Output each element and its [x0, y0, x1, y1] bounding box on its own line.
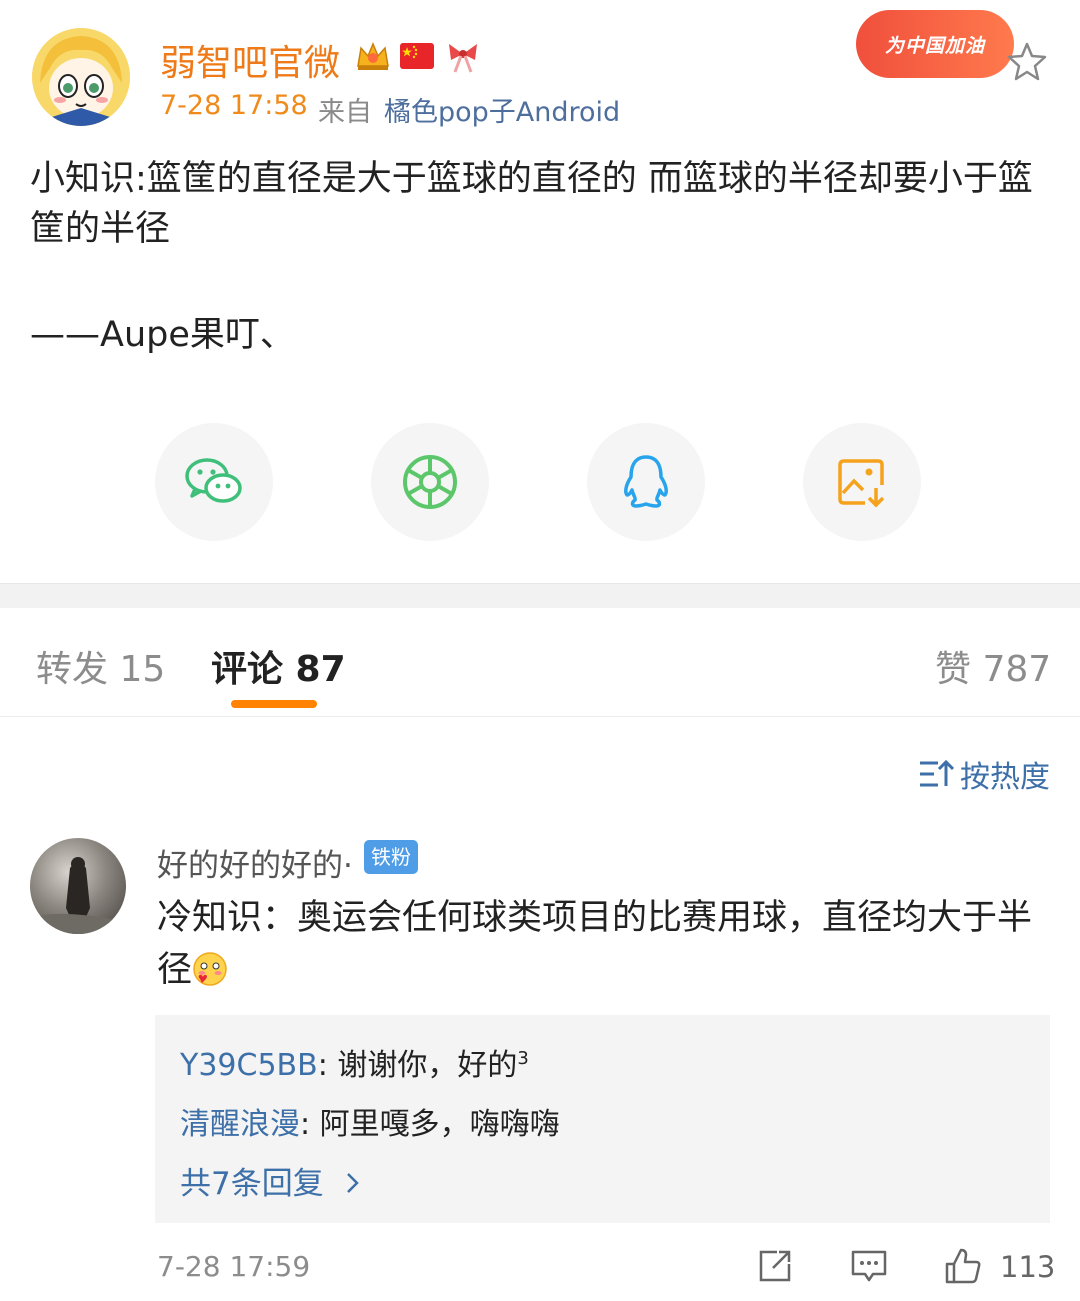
commenter-avatar-image — [30, 857, 126, 934]
reply-item[interactable]: Y39C5BB: 谢谢你，好的3 — [180, 1040, 529, 1084]
tab-comments[interactable]: 评论 87 — [211, 640, 346, 692]
view-all-replies-link[interactable]: 共7条回复 — [180, 1158, 364, 1203]
avatar-image — [32, 28, 130, 126]
share-wechat-button[interactable] — [155, 423, 273, 541]
post-attribution: ——Aupe果叮、 — [30, 315, 295, 355]
post-source-link[interactable]: 橘色pop子Android — [384, 90, 620, 129]
reply-comment-icon[interactable] — [849, 1246, 889, 1286]
comment-text: 冷知识：奥运会任何球类项目的比赛用球，直径均大于半径 — [157, 892, 1047, 996]
comment-time: 7-28 17:59 — [157, 1250, 311, 1283]
comment-text-content: 冷知识：奥运会任何球类项目的比赛用球，直径均大于半径 — [157, 898, 1033, 990]
user-badges — [355, 38, 483, 74]
wechat-icon — [185, 458, 242, 503]
author-name[interactable]: 弱智吧官微 — [160, 34, 340, 86]
chevron-right-icon — [346, 1173, 359, 1193]
share-comment-icon[interactable] — [755, 1246, 795, 1286]
sort-by-hot-button[interactable]: 按热度 — [918, 752, 1050, 796]
reply-author[interactable]: Y39C5BB — [180, 1048, 318, 1083]
tab-likes[interactable]: 赞 787 — [935, 640, 1051, 692]
ribbon-badge-icon — [449, 44, 477, 73]
promo-banner[interactable]: 为中国加油 — [856, 10, 1014, 78]
china-flag-icon — [400, 43, 434, 69]
reply-text: : 阿里嘎多，嗨嗨嗨 — [300, 1107, 560, 1142]
tabs-divider — [0, 716, 1080, 717]
section-separator — [0, 583, 1080, 608]
blush-emoji-icon — [193, 952, 227, 986]
qq-icon — [624, 455, 668, 508]
post-text: 小知识:篮筐的直径是大于篮球的直径的 而篮球的半径却要小于篮筐的半径 — [30, 159, 1033, 249]
reply-author[interactable]: 清醒浪漫 — [180, 1107, 300, 1142]
vip-crown-icon — [357, 42, 389, 70]
like-icon[interactable] — [943, 1246, 983, 1286]
like-count: 113 — [1000, 1250, 1056, 1284]
promo-text: 为中国加油 — [884, 34, 985, 57]
moments-icon — [403, 455, 457, 509]
fan-badge: 铁粉 — [364, 840, 418, 874]
reply-superscript: 3 — [517, 1048, 529, 1069]
favorite-star-icon[interactable] — [1005, 40, 1049, 84]
commenter-avatar[interactable] — [30, 838, 126, 934]
tab-repost[interactable]: 转发 15 — [36, 640, 165, 692]
share-qq-button[interactable] — [587, 423, 705, 541]
reply-text: : 谢谢你，好的 — [317, 1048, 518, 1083]
post-time: 7-28 17:58 — [160, 90, 308, 121]
sort-label: 按热度 — [960, 760, 1050, 795]
more-replies-label: 共7条回复 — [180, 1166, 324, 1202]
author-avatar[interactable] — [32, 28, 130, 126]
active-tab-indicator — [231, 700, 317, 708]
post-from-label: 来自 — [318, 97, 372, 128]
commenter-name[interactable]: 好的好的好的· — [157, 840, 353, 885]
save-image-button[interactable] — [803, 423, 921, 541]
sort-icon — [920, 759, 954, 787]
share-moments-button[interactable] — [371, 423, 489, 541]
save-image-icon — [838, 459, 885, 508]
reply-item[interactable]: 清醒浪漫: 阿里嘎多，嗨嗨嗨 — [180, 1099, 560, 1143]
